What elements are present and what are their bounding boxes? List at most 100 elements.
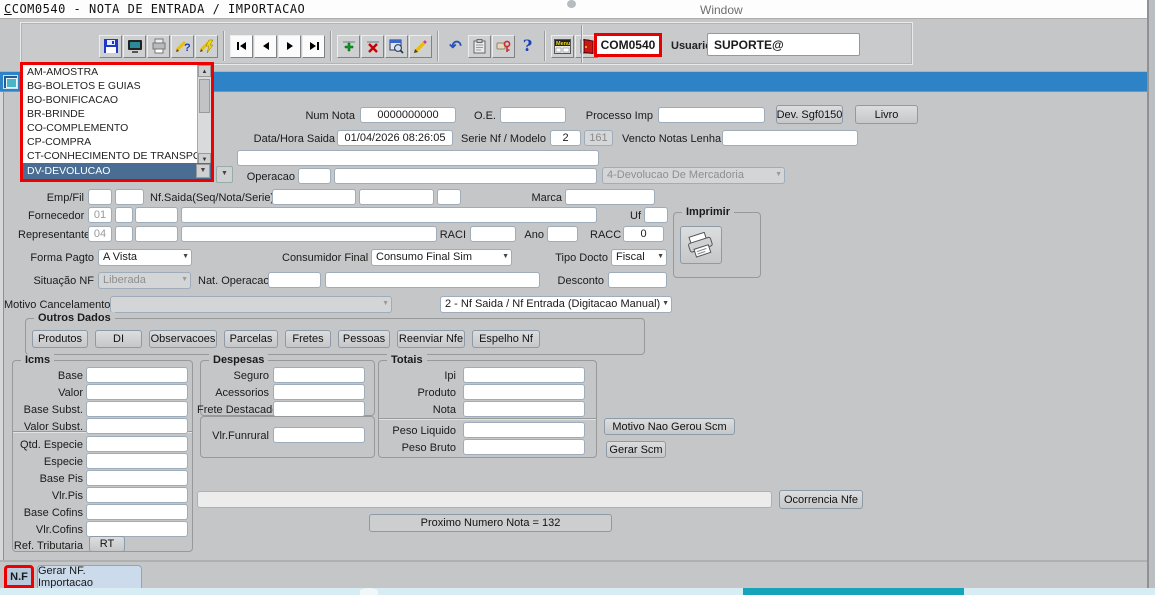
data-hora-field[interactable]: 01/04/2026 08:26:05 xyxy=(337,130,453,146)
rt-button[interactable]: RT xyxy=(89,536,125,552)
combo-arrow-icon[interactable]: ▼ xyxy=(196,164,210,178)
raci-field[interactable] xyxy=(470,226,516,242)
nf-saida-nota-field[interactable] xyxy=(359,189,434,205)
nat-operacao-desc-field[interactable] xyxy=(325,272,540,288)
processo-imp-field[interactable] xyxy=(658,107,765,123)
fornecedor-nome-field[interactable] xyxy=(181,207,597,223)
representante-nome-field[interactable] xyxy=(181,226,437,242)
qtd-especie-field[interactable] xyxy=(86,436,188,452)
produtos-button[interactable]: Produtos xyxy=(32,330,88,348)
reenviar-nfe-button[interactable]: Reenviar Nfe xyxy=(397,330,465,348)
parcelas-button[interactable]: Parcelas xyxy=(224,330,278,348)
tab-gerar-nf-importacao[interactable]: Gerar NF. Importacao xyxy=(37,565,142,588)
execute-query-button[interactable] xyxy=(195,35,218,58)
num-nota-field[interactable]: 0000000000 xyxy=(360,107,456,123)
serie-field[interactable]: 2 xyxy=(550,130,581,146)
marca-field[interactable] xyxy=(565,189,655,205)
help-button[interactable]: ? xyxy=(516,35,539,58)
ano-field[interactable] xyxy=(547,226,578,242)
representante-cod-field[interactable] xyxy=(135,226,178,242)
representante-tipo-field[interactable] xyxy=(115,226,133,242)
consumidor-combo[interactable]: Consumo Final Sim xyxy=(371,249,512,266)
last-record-button[interactable] xyxy=(302,35,325,58)
icms-valor-subst-field[interactable] xyxy=(86,418,188,434)
keys-button[interactable] xyxy=(492,35,515,58)
forma-pagto-combo[interactable]: A Vista xyxy=(98,249,192,266)
icms-base-field[interactable] xyxy=(86,367,188,383)
scroll-up-icon[interactable]: ▲ xyxy=(198,65,211,77)
undo-button[interactable]: ↶ xyxy=(444,35,467,58)
vencto-field[interactable] xyxy=(722,130,858,146)
icms-base-subst-field[interactable] xyxy=(86,401,188,417)
imprimir-button[interactable] xyxy=(680,226,722,264)
dropdown-scrollbar[interactable]: ▲ ▼ xyxy=(197,65,211,165)
operacao-desc-field[interactable] xyxy=(334,168,597,184)
edit-record-button[interactable] xyxy=(385,35,408,58)
racc-field[interactable]: 0 xyxy=(623,226,664,242)
menu-window[interactable]: Window xyxy=(700,3,743,17)
tipo-docto-combo[interactable]: Fiscal xyxy=(611,249,667,266)
di-button[interactable]: DI xyxy=(95,330,142,348)
frete-destacado-field[interactable] xyxy=(273,401,365,417)
vlr-pis-field[interactable] xyxy=(86,487,188,503)
fil-field[interactable] xyxy=(115,189,144,205)
base-cofins-field[interactable] xyxy=(86,504,188,520)
fretes-button[interactable]: Fretes xyxy=(285,330,331,348)
enter-query-button[interactable]: ? xyxy=(171,35,194,58)
seguro-field[interactable] xyxy=(273,367,365,383)
screen-button[interactable] xyxy=(123,35,146,58)
dropdown-item[interactable]: BR-BRINDE xyxy=(23,107,211,121)
tab-nf[interactable]: N.F xyxy=(4,565,34,588)
motivo-nao-gerou-scm-button[interactable]: Motivo Nao Gerou Scm xyxy=(604,418,735,435)
dropdown-item[interactable]: BG-BOLETOS E GUIAS xyxy=(23,79,211,93)
peso-bruto-field[interactable] xyxy=(463,439,585,455)
dropdown-item[interactable]: BO-BONIFICACAO xyxy=(23,93,211,107)
dropdown-item[interactable]: CO-COMPLEMENTO xyxy=(23,121,211,135)
scrollbar-thumb[interactable] xyxy=(199,79,210,113)
delete-record-button[interactable] xyxy=(361,35,384,58)
fornecedor-cod-field[interactable] xyxy=(135,207,178,223)
produto-field[interactable] xyxy=(463,384,585,400)
secondary-combo-arrow[interactable]: ▼ xyxy=(216,166,233,183)
print-button[interactable] xyxy=(147,35,170,58)
icms-valor-field[interactable] xyxy=(86,384,188,400)
espelho-nf-button[interactable]: Espelho Nf xyxy=(472,330,540,348)
peso-liquido-field[interactable] xyxy=(463,422,585,438)
menu-button[interactable]: Menu xyxy=(551,35,574,58)
wand-button[interactable] xyxy=(409,35,432,58)
observacoes-button[interactable]: Observacoes xyxy=(149,330,217,348)
dropdown-item[interactable]: CT-CONHECIMENTO DE TRANSPORTE xyxy=(23,149,211,163)
clipboard-button[interactable] xyxy=(468,35,491,58)
first-record-button[interactable] xyxy=(230,35,253,58)
ocorrencia-nfe-button[interactable]: Ocorrencia Nfe xyxy=(779,490,863,509)
dropdown-selected-item[interactable]: DV-DEVOLUCAO ▼ xyxy=(23,163,211,179)
nota-field[interactable] xyxy=(463,401,585,417)
livro-button[interactable]: Livro xyxy=(855,105,918,124)
vlr-cofins-field[interactable] xyxy=(86,521,188,537)
descricao-field[interactable] xyxy=(237,150,599,166)
operacao-code-field[interactable] xyxy=(298,168,331,184)
mdi-window-icon[interactable] xyxy=(3,75,18,89)
proximo-numero-button[interactable]: Proximo Numero Nota = 132 xyxy=(369,514,612,532)
nat-operacao-code-field[interactable] xyxy=(268,272,321,288)
tipo-digitacao-combo[interactable]: 2 - Nf Saida / Nf Entrada (Digitacao Man… xyxy=(440,296,672,313)
uf-field[interactable] xyxy=(644,207,668,223)
usuario-input[interactable]: SUPORTE@ xyxy=(707,33,860,56)
base-pis-field[interactable] xyxy=(86,470,188,486)
emp-field[interactable] xyxy=(88,189,112,205)
nf-saida-serie-field[interactable] xyxy=(437,189,461,205)
acessorios-field[interactable] xyxy=(273,384,365,400)
vlr-funrural-field[interactable] xyxy=(273,427,365,443)
oe-field[interactable] xyxy=(500,107,566,123)
nf-saida-seq-field[interactable] xyxy=(272,189,356,205)
gerar-scm-button[interactable]: Gerar Scm xyxy=(606,441,666,458)
especie-field[interactable] xyxy=(86,453,188,469)
desconto-field[interactable] xyxy=(608,272,667,288)
fornecedor-tipo-field[interactable] xyxy=(115,207,133,223)
dev-sgf0150-button[interactable]: Dev. Sgf0150 xyxy=(776,105,843,124)
pessoas-button[interactable]: Pessoas xyxy=(338,330,390,348)
dropdown-item[interactable]: AM-AMOSTRA xyxy=(23,65,211,79)
dropdown-item[interactable]: CP-COMPRA xyxy=(23,135,211,149)
ipi-field[interactable] xyxy=(463,367,585,383)
save-button[interactable] xyxy=(99,35,122,58)
